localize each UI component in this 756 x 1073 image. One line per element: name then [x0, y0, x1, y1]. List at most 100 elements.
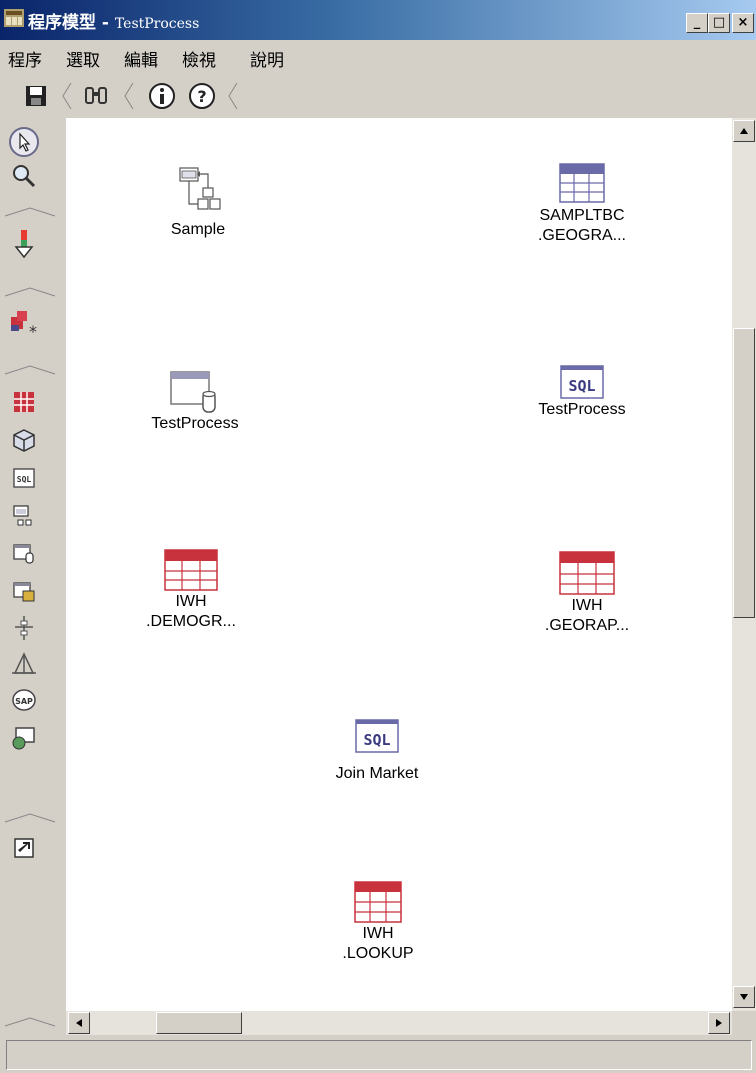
process-canvas[interactable]: Sample SAMPLTBC .GEOGRA... TestProcess S… [66, 118, 732, 1011]
arrow-left-icon [76, 1019, 82, 1027]
palette-sap-text: SAP [15, 697, 33, 706]
target-table-icon [164, 549, 218, 591]
table-grid-icon [14, 392, 34, 412]
zoom-tool[interactable] [8, 160, 40, 192]
title-bar[interactable]: 程序模型 - TestProcess _ □ × [0, 0, 756, 40]
sql-tool[interactable]: SQL [8, 462, 40, 494]
zoom-icon [13, 165, 36, 188]
data-link-tool[interactable] [8, 228, 40, 260]
palette-separator [4, 813, 56, 823]
horizontal-scroll-thumb[interactable] [156, 1012, 242, 1034]
help-button[interactable]: ? [186, 80, 218, 112]
toolbar-separator [124, 82, 134, 110]
node-label: SAMPLTBC .GEOGRA... [537, 207, 626, 244]
info-button[interactable] [146, 80, 178, 112]
toolbar: ? [0, 74, 756, 118]
node-sampltbc-geogra[interactable]: SAMPLTBC .GEOGRA... [502, 162, 662, 246]
shapes-star-icon: * [11, 311, 37, 339]
minimize-button[interactable]: _ [686, 13, 708, 33]
cube-icon [13, 429, 35, 452]
table-tool[interactable] [8, 386, 40, 418]
node-label: IWH .LOOKUP [342, 925, 414, 962]
file-node-icon [170, 371, 216, 413]
menu-program[interactable]: 程序 [8, 46, 42, 71]
palette-separator [4, 207, 56, 217]
node-iwh-georap[interactable]: IWH .GEORAP... [522, 550, 652, 636]
close-button[interactable]: × [732, 13, 754, 33]
program-model-window: 程序模型 - TestProcess _ □ × 程序 選取 編輯 檢視 說明 [0, 0, 756, 1073]
node-join-market[interactable]: SQL Join Market [312, 718, 442, 784]
node-testprocess-sql[interactable]: SQL TestProcess [512, 364, 652, 420]
menu-bar: 程序 選取 編輯 檢視 說明 [0, 40, 756, 74]
close-label: × [737, 15, 749, 30]
table-source-tool[interactable] [8, 576, 40, 608]
node-iwh-demogr[interactable]: IWH .DEMOGR... [126, 548, 256, 632]
program-tool[interactable] [8, 500, 40, 532]
app-icon [4, 9, 24, 27]
palette-separator [4, 1017, 56, 1027]
scroll-right-button[interactable] [708, 1012, 730, 1034]
window-title: 程序模型 - TestProcess [28, 8, 199, 33]
shortcut-tool[interactable] [8, 832, 40, 864]
toolbar-separator [228, 82, 238, 110]
sap-tool[interactable]: SAP [8, 684, 40, 716]
transformer-tool[interactable] [8, 648, 40, 680]
info-icon [149, 83, 175, 109]
file-source-tool[interactable] [8, 538, 40, 570]
node-testprocess-file[interactable]: TestProcess [130, 370, 260, 434]
palette-sql-text: SQL [17, 475, 32, 484]
menu-help[interactable]: 說明 [250, 46, 284, 71]
maximize-button[interactable]: □ [708, 13, 730, 33]
save-icon [26, 86, 46, 106]
menu-edit[interactable]: 編輯 [124, 46, 158, 71]
pointer-icon [9, 127, 39, 157]
menu-select[interactable]: 選取 [66, 46, 100, 71]
status-bar [6, 1040, 752, 1070]
tool-palette: * SQL SAP [0, 118, 66, 1028]
sap-icon: SAP [12, 689, 36, 711]
toolbar-separator [62, 82, 72, 110]
pointer-tool[interactable] [8, 126, 40, 158]
web-service-icon [12, 727, 35, 750]
node-label: Sample [170, 221, 226, 238]
target-table-icon [559, 551, 615, 595]
window-title-main: 程序模型 - [28, 13, 115, 33]
node-iwh-lookup[interactable]: IWH .LOOKUP [318, 880, 438, 964]
arrow-up-icon [740, 128, 748, 134]
arrow-right-icon [716, 1019, 722, 1027]
palette-separator [4, 287, 56, 297]
save-button[interactable] [20, 80, 52, 112]
node-label: IWH .GEORAP... [544, 597, 630, 634]
sql-node-icon: SQL [355, 719, 399, 753]
vertical-scroll-thumb[interactable] [733, 328, 755, 618]
cube-tool[interactable] [8, 424, 40, 456]
sql-icon: SQL [13, 468, 35, 488]
sql-badge-text: SQL [568, 377, 595, 395]
scroll-corner [732, 1011, 756, 1035]
shortcut-icon [14, 838, 34, 858]
node-label: Join Market [335, 765, 419, 782]
find-button[interactable] [80, 80, 112, 112]
shapes-tool[interactable]: * [8, 308, 40, 340]
splitter-icon [15, 616, 33, 640]
node-label: TestProcess [151, 415, 239, 432]
target-table-icon [354, 881, 402, 923]
menu-view[interactable]: 檢視 [182, 46, 216, 71]
splitter-tool[interactable] [8, 612, 40, 644]
program-icon [13, 505, 32, 526]
transformer-icon [12, 652, 36, 674]
window-title-process: TestProcess [114, 16, 200, 32]
file-source-icon [13, 544, 34, 564]
scroll-left-button[interactable] [68, 1012, 90, 1034]
arrow-down-icon [740, 994, 748, 1000]
web-service-tool[interactable] [8, 722, 40, 754]
scroll-up-button[interactable] [733, 120, 755, 142]
horizontal-scrollbar[interactable] [66, 1011, 732, 1035]
palette-separator [4, 365, 56, 375]
node-sample[interactable]: Sample [138, 166, 258, 240]
sql-node-icon: SQL [560, 365, 604, 399]
scroll-down-button[interactable] [733, 986, 755, 1008]
table-source-icon [13, 582, 35, 602]
vertical-scrollbar[interactable] [732, 118, 756, 1011]
node-label: IWH .DEMOGR... [146, 593, 236, 630]
